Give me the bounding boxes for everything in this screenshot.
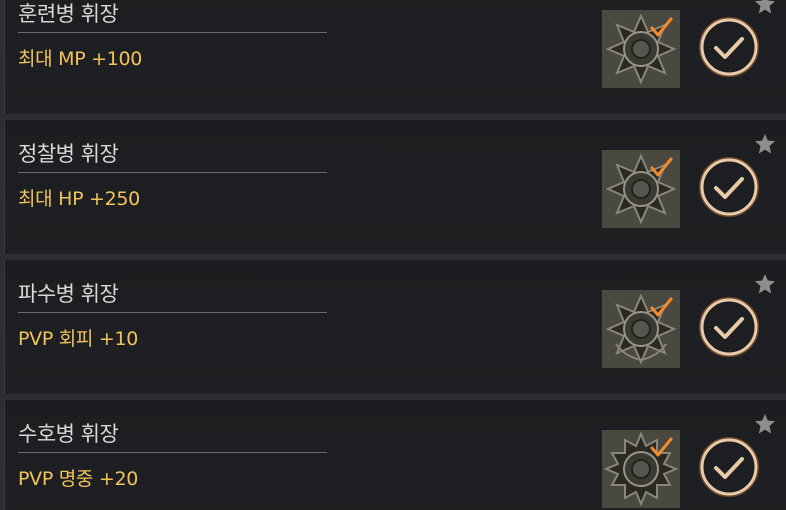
medal-badge-icon (602, 10, 680, 88)
check-circle-icon[interactable] (697, 15, 761, 79)
star-icon[interactable] (754, 133, 776, 155)
medal-stat: 최대 MP +100 (18, 48, 143, 70)
medal-title: 파수병 휘장 (18, 282, 119, 306)
medal-list: 훈련병 휘장 최대 MP +100 정찰병 휘장 최대 HP +250 파수병 … (0, 0, 786, 510)
title-divider (18, 172, 327, 173)
title-divider (18, 452, 327, 453)
medal-card[interactable]: 훈련병 휘장 최대 MP +100 (4, 0, 786, 114)
check-circle-icon[interactable] (697, 295, 761, 359)
title-divider (18, 32, 327, 33)
medal-title: 정찰병 휘장 (18, 142, 119, 166)
medal-badge-icon (602, 290, 680, 368)
medal-card[interactable]: 수호병 휘장 PVP 명중 +20 (4, 400, 786, 510)
star-icon[interactable] (754, 413, 776, 435)
medal-title: 훈련병 휘장 (18, 2, 119, 26)
star-icon[interactable] (754, 273, 776, 295)
check-circle-icon[interactable] (697, 435, 761, 499)
star-icon[interactable] (754, 0, 776, 15)
medal-card[interactable]: 정찰병 휘장 최대 HP +250 (4, 120, 786, 254)
medal-card[interactable]: 파수병 휘장 PVP 회피 +10 (4, 260, 786, 394)
medal-stat: PVP 명중 +20 (18, 468, 139, 490)
medal-badge-icon (602, 430, 680, 508)
medal-badge-icon (602, 150, 680, 228)
medal-title: 수호병 휘장 (18, 422, 119, 446)
medal-stat: 최대 HP +250 (18, 188, 140, 210)
title-divider (18, 312, 327, 313)
check-circle-icon[interactable] (697, 155, 761, 219)
medal-stat: PVP 회피 +10 (18, 328, 139, 350)
